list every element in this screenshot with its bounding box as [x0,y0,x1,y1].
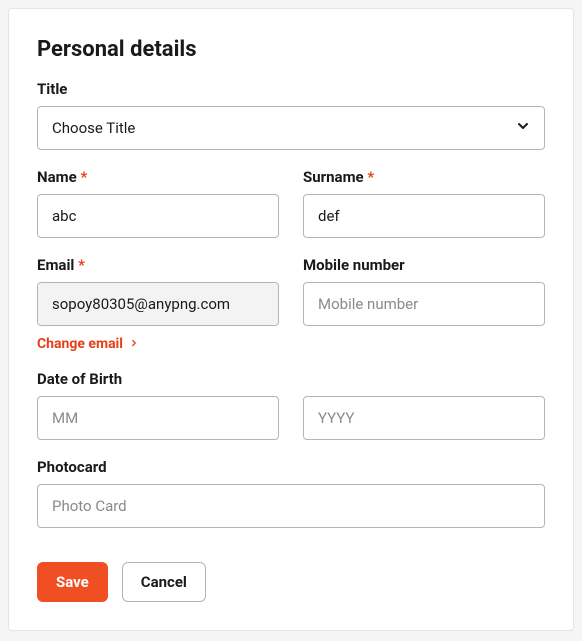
surname-label: Surname * [303,168,545,186]
name-required-mark: * [80,168,87,186]
name-label: Name * [37,168,279,186]
save-button[interactable]: Save [37,562,108,602]
email-input [37,282,279,326]
title-select-wrapper: Choose Title [37,106,545,150]
photocard-label: Photocard [37,458,545,476]
surname-label-text: Surname [303,168,364,186]
email-label-text: Email [37,256,74,274]
name-field-group: Name * [37,168,279,238]
mobile-input[interactable] [303,282,545,326]
dob-year-input[interactable] [303,396,545,440]
page-title: Personal details [37,37,545,62]
name-label-text: Name [37,168,77,186]
dob-month-group [37,396,279,440]
name-input[interactable] [37,194,279,238]
email-label: Email * [37,256,279,274]
dob-field-group: Date of Birth [37,370,545,396]
email-field-group: Email * Change email [37,256,279,352]
dob-month-input[interactable] [37,396,279,440]
title-select[interactable]: Choose Title [37,106,545,150]
title-field-group: Title Choose Title [37,80,545,150]
surname-field-group: Surname * [303,168,545,238]
cancel-button[interactable]: Cancel [122,562,206,602]
title-label: Title [37,80,545,98]
chevron-right-icon [129,336,139,352]
button-row: Save Cancel [37,562,545,602]
mobile-label: Mobile number [303,256,545,274]
photocard-input[interactable] [37,484,545,528]
surname-input[interactable] [303,194,545,238]
photocard-field-group: Photocard [37,458,545,528]
email-mobile-row: Email * Change email Mobile number [37,256,545,352]
dob-row [37,396,545,440]
dob-label: Date of Birth [37,370,545,388]
mobile-field-group: Mobile number [303,256,545,352]
name-row: Name * Surname * [37,168,545,238]
dob-year-group [303,396,545,440]
personal-details-card: Personal details Title Choose Title Name… [8,8,574,631]
surname-required-mark: * [367,168,374,186]
email-required-mark: * [78,256,85,274]
change-email-link[interactable]: Change email [37,336,279,352]
change-email-label: Change email [37,336,123,352]
